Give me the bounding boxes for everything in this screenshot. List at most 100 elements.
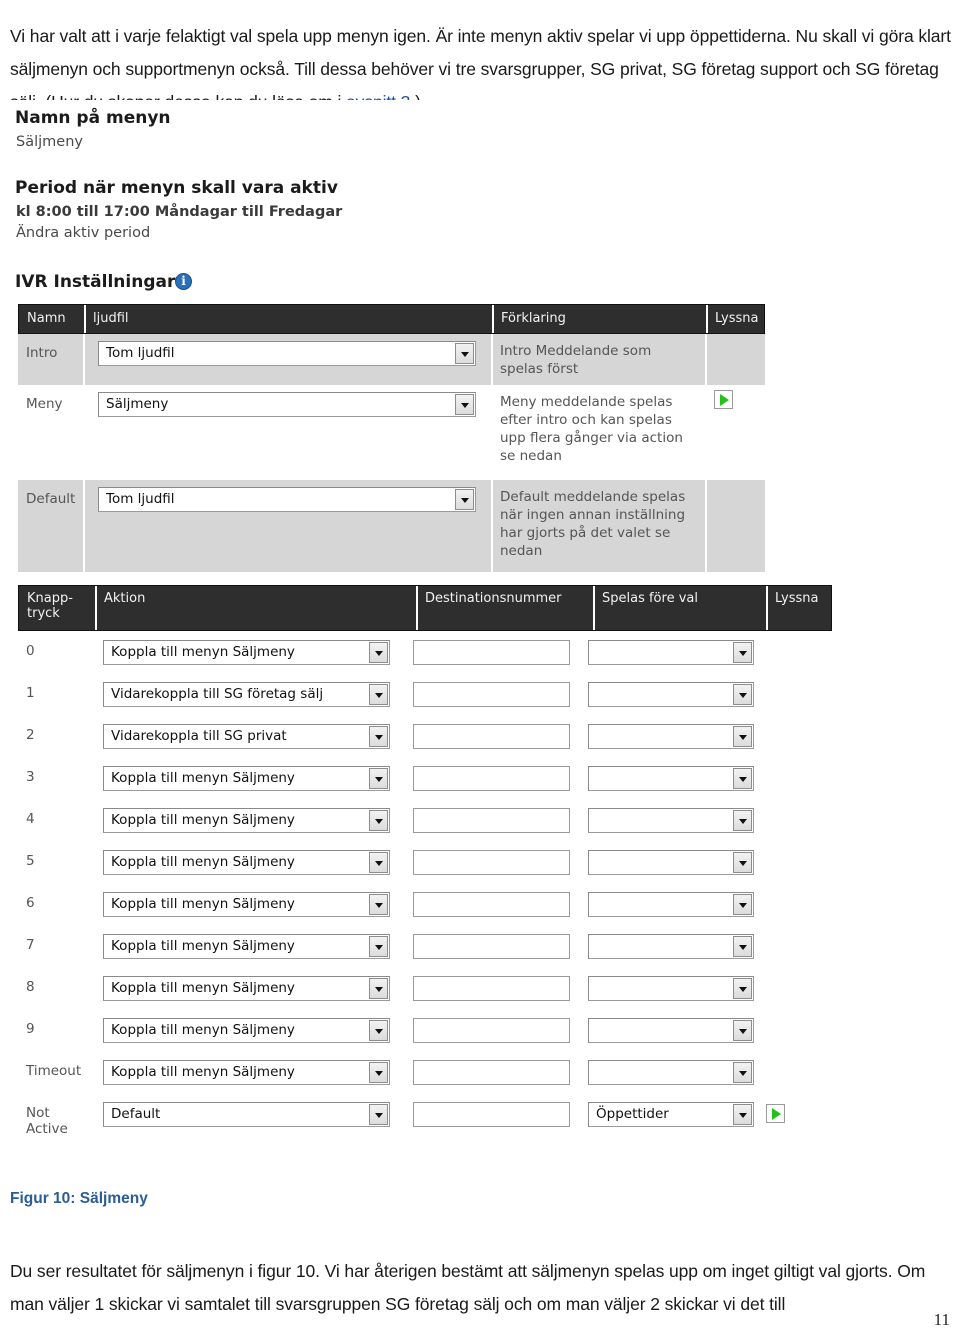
table-row: 7 Koppla till menyn Säljmeny [18, 925, 832, 967]
action-select-6[interactable]: Koppla till menyn Säljmeny [103, 892, 390, 917]
destination-input-0[interactable] [413, 640, 570, 665]
chevron-down-icon[interactable] [455, 343, 474, 364]
destination-input-1[interactable] [413, 682, 570, 707]
default-soundfile-select[interactable]: Tom ljudfil [98, 487, 476, 512]
action-value-5: Koppla till menyn Säljmeny [111, 854, 295, 870]
action-select-3[interactable]: Koppla till menyn Säljmeny [103, 766, 390, 791]
action-value-3: Koppla till menyn Säljmeny [111, 770, 295, 786]
destination-input-6[interactable] [413, 892, 570, 917]
destination-input-9[interactable] [413, 1018, 570, 1043]
play-before-select-3[interactable] [588, 766, 754, 791]
play-before-select-7[interactable] [588, 934, 754, 959]
column-divider [766, 586, 768, 630]
ivr-row-label-default: Default [26, 491, 76, 507]
meny-soundfile-select[interactable]: Säljmeny [98, 392, 476, 417]
ivr-header-forklaring: Förklaring [501, 311, 566, 326]
chevron-down-icon[interactable] [369, 684, 388, 705]
ivr-header-ljudfil: ljudfil [93, 311, 129, 326]
action-value-2: Vidarekoppla till SG privat [111, 728, 287, 744]
play-before-select-4[interactable] [588, 808, 754, 833]
chevron-down-icon[interactable] [733, 642, 752, 663]
chevron-down-icon[interactable] [369, 978, 388, 999]
table-row: 8 Koppla till menyn Säljmeny [18, 967, 832, 1009]
play-before-value-not-active: Öppettider [596, 1106, 669, 1122]
play-before-select-9[interactable] [588, 1018, 754, 1043]
chevron-down-icon[interactable] [369, 1020, 388, 1041]
chevron-down-icon[interactable] [733, 684, 752, 705]
figure-caption: Figur 10: Säljmeny [10, 1190, 148, 1207]
default-soundfile-value: Tom ljudfil [106, 491, 175, 507]
action-select-0[interactable]: Koppla till menyn Säljmeny [103, 640, 390, 665]
destination-input-timeout[interactable] [413, 1060, 570, 1085]
chevron-down-icon[interactable] [733, 726, 752, 747]
chevron-down-icon[interactable] [733, 768, 752, 789]
keypress-label-3: 3 [26, 769, 35, 785]
play-before-select-5[interactable] [588, 850, 754, 875]
change-active-period-link[interactable]: Ändra aktiv period [16, 225, 150, 241]
action-select-7[interactable]: Koppla till menyn Säljmeny [103, 934, 390, 959]
chevron-down-icon[interactable] [733, 936, 752, 957]
keypress-label-9: 9 [26, 1021, 35, 1037]
destination-input-5[interactable] [413, 850, 570, 875]
play-icon-not-active[interactable] [766, 1104, 785, 1123]
chevron-down-icon[interactable] [733, 810, 752, 831]
table-row: 3 Koppla till menyn Säljmeny [18, 757, 832, 799]
play-before-select-1[interactable] [588, 682, 754, 707]
chevron-down-icon[interactable] [733, 1104, 752, 1125]
destination-input-8[interactable] [413, 976, 570, 1001]
action-select-not-active[interactable]: Default [103, 1102, 390, 1127]
column-divider [492, 305, 494, 333]
action-select-4[interactable]: Koppla till menyn Säljmeny [103, 808, 390, 833]
destination-input-7[interactable] [413, 934, 570, 959]
chevron-down-icon[interactable] [369, 852, 388, 873]
keypress-label-8: 8 [26, 979, 35, 995]
action-select-8[interactable]: Koppla till menyn Säljmeny [103, 976, 390, 1001]
chevron-down-icon[interactable] [733, 1062, 752, 1083]
action-select-1[interactable]: Vidarekoppla till SG företag sälj [103, 682, 390, 707]
column-divider [83, 480, 85, 572]
destination-input-2[interactable] [413, 724, 570, 749]
intro-soundfile-select[interactable]: Tom ljudfil [98, 341, 476, 366]
destination-input-not-active[interactable] [413, 1102, 570, 1127]
play-before-select-8[interactable] [588, 976, 754, 1001]
play-before-select-2[interactable] [588, 724, 754, 749]
chevron-down-icon[interactable] [733, 1020, 752, 1041]
column-divider [491, 480, 493, 572]
play-before-select-6[interactable] [588, 892, 754, 917]
period-value: kl 8:00 till 17:00 Måndagar till Fredaga… [16, 204, 343, 220]
chevron-down-icon[interactable] [369, 936, 388, 957]
chevron-down-icon[interactable] [733, 852, 752, 873]
chevron-down-icon[interactable] [369, 642, 388, 663]
table-row: 4 Koppla till menyn Säljmeny [18, 799, 832, 841]
chevron-down-icon[interactable] [369, 768, 388, 789]
action-select-9[interactable]: Koppla till menyn Säljmeny [103, 1018, 390, 1043]
action-select-timeout[interactable]: Koppla till menyn Säljmeny [103, 1060, 390, 1085]
ivr-row-label-meny: Meny [26, 396, 63, 412]
chevron-down-icon[interactable] [369, 894, 388, 915]
action-select-2[interactable]: Vidarekoppla till SG privat [103, 724, 390, 749]
keypress-label-1: 1 [26, 685, 35, 701]
chevron-down-icon[interactable] [455, 489, 474, 510]
page-number: 11 [933, 1310, 950, 1329]
action-select-5[interactable]: Koppla till menyn Säljmeny [103, 850, 390, 875]
action-value-4: Koppla till menyn Säljmeny [111, 812, 295, 828]
play-before-select-not-active[interactable]: Öppettider [588, 1102, 754, 1127]
chevron-down-icon[interactable] [369, 1062, 388, 1083]
destination-input-3[interactable] [413, 766, 570, 791]
info-icon[interactable] [175, 273, 192, 290]
chevron-down-icon[interactable] [455, 394, 474, 415]
chevron-down-icon[interactable] [369, 810, 388, 831]
play-before-select-0[interactable] [588, 640, 754, 665]
destination-input-4[interactable] [413, 808, 570, 833]
chevron-down-icon[interactable] [733, 978, 752, 999]
chevron-down-icon[interactable] [369, 726, 388, 747]
play-icon-meny[interactable] [714, 390, 733, 409]
chevron-down-icon[interactable] [733, 894, 752, 915]
default-explanation: Default meddelande spelas när ingen anna… [500, 489, 686, 559]
column-divider [705, 334, 707, 385]
chevron-down-icon[interactable] [369, 1104, 388, 1125]
action-header-knapptryck: Knapp- tryck [27, 591, 73, 621]
ivr-table-header-row: Namn ljudfil Förklaring Lyssna [18, 304, 765, 334]
ivr-menu-screenshot: Namn på menyn Säljmeny Period när menyn … [0, 100, 960, 1175]
play-before-select-timeout[interactable] [588, 1060, 754, 1085]
